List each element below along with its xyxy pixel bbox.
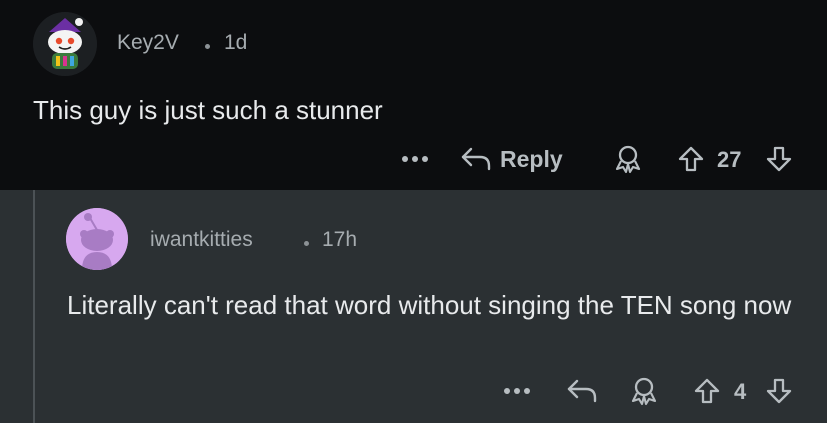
comment-thread: Key2V 1d This guy is just such a stunner… <box>0 0 827 423</box>
more-options-button[interactable] <box>500 379 534 403</box>
ellipsis-icon <box>504 388 530 394</box>
reply-button[interactable]: Reply <box>460 143 563 175</box>
downvote-arrow-icon <box>766 378 792 404</box>
snoo-avatar-icon <box>66 208 128 270</box>
timestamp: 1d <box>224 31 248 54</box>
vote-count: 4 <box>734 379 747 404</box>
thread-line[interactable] <box>33 190 35 423</box>
timestamp: 17h <box>322 228 358 251</box>
award-icon <box>631 377 657 406</box>
avatar[interactable] <box>66 208 128 270</box>
separator-dot <box>205 44 210 49</box>
upvote-button[interactable] <box>692 375 722 407</box>
snoo-avatar-icon <box>33 12 97 76</box>
username[interactable]: iwantkitties <box>150 228 253 252</box>
ellipsis-icon <box>402 156 428 162</box>
downvote-arrow-icon <box>766 146 792 172</box>
reply-arrow-icon <box>567 379 597 403</box>
upvote-button[interactable] <box>676 143 706 175</box>
award-button[interactable] <box>628 375 660 407</box>
award-button[interactable] <box>612 143 644 175</box>
award-icon <box>615 145 641 174</box>
separator-dot <box>304 241 309 246</box>
username[interactable]: Key2V <box>117 31 179 55</box>
downvote-button[interactable] <box>764 143 794 175</box>
vote-count: 27 <box>717 147 742 172</box>
comment-body: Literally can't read that word without s… <box>67 290 792 320</box>
downvote-button[interactable] <box>764 375 794 407</box>
comment-body: This guy is just such a stunner <box>33 95 383 125</box>
avatar[interactable] <box>33 12 97 76</box>
reply-label: Reply <box>500 145 563 172</box>
upvote-arrow-icon <box>694 378 720 404</box>
upvote-arrow-icon <box>678 146 704 172</box>
reply-arrow-icon <box>461 147 491 171</box>
reply-button[interactable] <box>566 375 598 407</box>
more-options-button[interactable] <box>398 147 432 171</box>
